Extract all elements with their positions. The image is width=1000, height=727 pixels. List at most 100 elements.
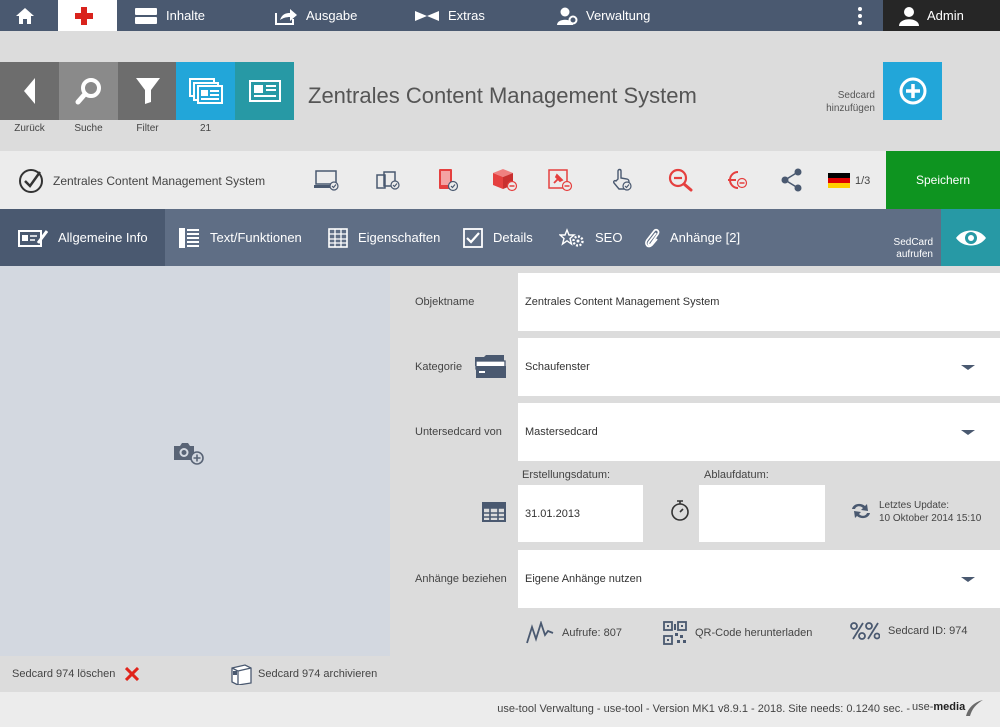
view-sedcard-label-line1: SedCard [893, 237, 933, 248]
monitor-check-icon [314, 170, 339, 191]
add-sedcard-label-line2: hinzufügen [826, 103, 875, 114]
kategorie-caret-down-icon [961, 365, 975, 370]
nav-item-verwaltung[interactable]: Verwaltung [556, 0, 650, 31]
nav-label-verwaltung: Verwaltung [586, 8, 651, 23]
ablaufdatum-label: Ablaufdatum: [704, 469, 769, 481]
touch-button[interactable] [609, 168, 635, 192]
check-circle-icon [19, 169, 43, 193]
search-label: Suche [74, 123, 103, 134]
sedcard-detail-button[interactable] [235, 62, 294, 120]
checkbox-icon [463, 227, 483, 248]
archive-box-icon [231, 664, 252, 685]
camera-plus-icon [174, 443, 204, 465]
archive-sedcard-button[interactable]: Sedcard 974 archivieren [230, 656, 377, 692]
kategorie-select[interactable]: Schaufenster [518, 338, 1000, 396]
unlink-minus-icon [728, 171, 748, 189]
unpin-button[interactable] [548, 168, 574, 192]
tab-label-eigenschaften: Eigenschaften [358, 230, 441, 245]
sedcard-actions: Sedcard 974 löschen Sedcard 974 archivie… [0, 656, 390, 692]
percent-icon [850, 622, 880, 640]
last-update-label: Letztes Update: [879, 500, 950, 511]
nav-item-inhalte[interactable]: Inhalte [134, 0, 205, 31]
tab-seo[interactable]: SEO [559, 209, 622, 266]
archive-sedcard-label: Sedcard 974 archivieren [258, 668, 378, 680]
tab-bar: Allgemeine Info Text/Funktionen Eigensch… [0, 209, 1000, 266]
star-gear-icon [559, 227, 584, 247]
erstellungsdatum-value: 31.01.2013 [525, 507, 581, 520]
tab-label-text-funktionen: Text/Funktionen [210, 230, 302, 245]
brand-prefix: use- [912, 701, 934, 713]
nav-item-ausgabe[interactable]: Ausgabe [274, 0, 357, 31]
filter-label: Filter [136, 123, 159, 134]
admin-user-button[interactable]: Admin [883, 0, 1000, 31]
qr-download-button[interactable]: QR-Code herunterladen [663, 621, 812, 645]
paperclip-icon [645, 228, 660, 247]
view-sedcard-button[interactable] [941, 209, 1000, 266]
package-button[interactable] [492, 168, 518, 192]
tab-allgemeine-info[interactable]: Allgemeine Info [0, 209, 165, 266]
mobile-preview-button[interactable] [376, 168, 402, 192]
tab-eigenschaften[interactable]: Eigenschaften [328, 209, 440, 266]
zoom-out-button[interactable] [668, 168, 694, 192]
footer-brand-logo: use-media [912, 701, 965, 713]
add-sedcard-button[interactable] [883, 62, 942, 120]
user-settings-icon [557, 7, 578, 25]
hand-pointer-icon [613, 168, 632, 191]
last-update-info: Letztes Update: 10 Oktober 2014 15:10 [879, 499, 981, 525]
home-button[interactable] [0, 0, 58, 31]
objektname-label: Objektname [415, 296, 475, 308]
views-count: Aufrufe: 807 [562, 627, 622, 639]
sedcard-id-stat: Sedcard ID: 974 [850, 621, 968, 641]
delete-sedcard-button[interactable]: Sedcard 974 löschen [12, 656, 140, 692]
box-minus-icon [493, 169, 518, 192]
page-header: Zurück Suche Filter 21 Zentrales Content… [0, 31, 1000, 151]
desktop-preview-button[interactable] [314, 168, 340, 192]
sedcard-list-button[interactable] [176, 62, 235, 120]
medical-cross-button[interactable] [58, 0, 117, 31]
filter-button[interactable] [118, 62, 177, 120]
kategorie-label: Kategorie [415, 361, 463, 373]
share-button[interactable] [780, 168, 806, 192]
unlink-button[interactable] [724, 168, 750, 192]
language-switch[interactable]: 1/3 [828, 173, 870, 188]
qr-code-icon [663, 621, 687, 645]
magnifier-minus-icon [668, 168, 693, 192]
save-button[interactable]: Speichern [886, 151, 1000, 209]
tablet-status-button[interactable] [436, 168, 462, 192]
table-grid-icon [328, 227, 348, 248]
nav-label-ausgabe: Ausgabe [306, 8, 358, 23]
tab-text-funktionen[interactable]: Text/Funktionen [178, 209, 302, 266]
untersedcard-caret-down-icon [961, 430, 975, 435]
brand-swoosh-icon [966, 700, 983, 716]
vertical-dots-icon [858, 6, 862, 25]
brand-bold: media [933, 701, 966, 713]
tab-anhaenge[interactable]: Anhänge [2] [644, 209, 740, 266]
delete-sedcard-label: Sedcard 974 löschen [12, 668, 116, 680]
german-flag-icon [828, 173, 850, 188]
page-footer: use-tool Verwaltung - use-tool - Version… [0, 692, 1000, 727]
nav-item-extras[interactable]: Extras [414, 0, 485, 31]
ablaufdatum-input[interactable] [699, 485, 825, 542]
admin-username: Admin [927, 8, 964, 23]
page-title: Zentrales Content Management System [308, 83, 697, 108]
untersedcard-select[interactable]: Mastersedcard [518, 403, 1000, 461]
add-sedcard-label: Sedcard hinzufügen [810, 89, 875, 115]
search-button[interactable] [59, 62, 118, 120]
back-button[interactable] [0, 62, 59, 120]
more-menu-button[interactable] [852, 0, 876, 31]
objektname-field[interactable]: Zentrales Content Management System [518, 273, 1000, 331]
tab-details[interactable]: Details [463, 209, 533, 266]
tab-label-seo: SEO [595, 230, 623, 245]
erstellungsdatum-input[interactable]: 31.01.2013 [518, 485, 643, 542]
id-card-icon [248, 80, 281, 102]
erstellungsdatum-label: Erstellungsdatum: [522, 469, 611, 481]
anhaenge-beziehen-label: Anhänge beziehen [415, 573, 507, 585]
image-dropzone[interactable] [0, 266, 390, 656]
anhaenge-beziehen-select[interactable]: Eigene Anhänge nutzen [518, 550, 1000, 608]
devices-check-icon [376, 171, 400, 190]
eye-icon [955, 230, 986, 245]
breadcrumb: Zentrales Content Management System [18, 168, 265, 194]
top-navigation: Inhalte Ausgabe Extras Verwaltung Admin [0, 0, 1000, 31]
add-sedcard-label-line1: Sedcard [837, 90, 875, 101]
add-image-button[interactable] [173, 441, 205, 465]
